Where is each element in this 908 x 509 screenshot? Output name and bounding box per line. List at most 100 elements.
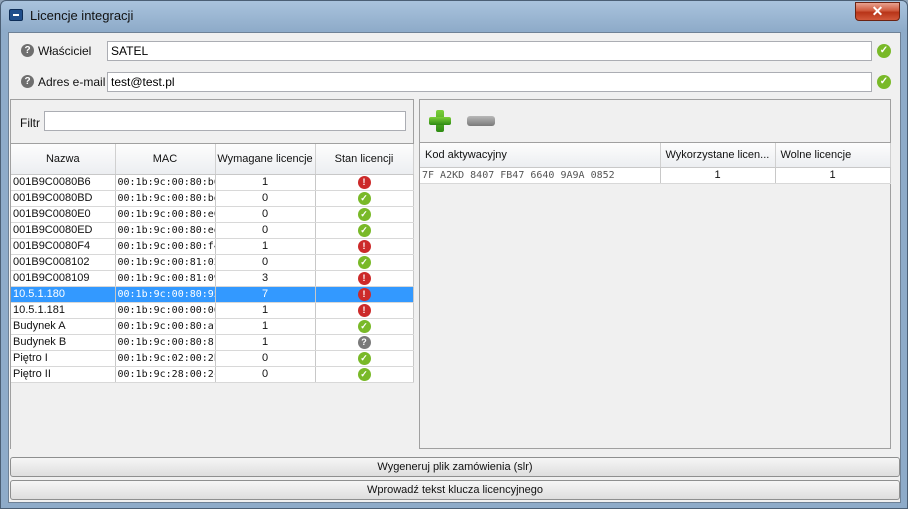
owner-field[interactable]: [107, 41, 872, 61]
device-mac: 00:1b:9c:02:00:2b: [115, 350, 216, 367]
column-header-code[interactable]: Kod aktywacyjny: [420, 143, 661, 168]
device-name: Piętro II: [11, 366, 116, 383]
device-row[interactable]: 001B9C0080B6 00:1b:9c:00:80:b6 1!: [11, 174, 414, 191]
device-required-licenses: 1: [215, 238, 316, 255]
device-row[interactable]: 10.5.1.181 00:1b:9c:00:00:06 1!: [11, 302, 414, 319]
used-licenses: 1: [660, 167, 776, 184]
device-license-status: ✓: [315, 254, 414, 271]
window-title: Licencje integracji: [30, 8, 134, 23]
device-mac: 00:1b:9c:00:80:81: [115, 334, 216, 351]
column-header-name[interactable]: Nazwa: [11, 144, 116, 175]
licenses-table-frame: Kod aktywacyjny Wykorzystane licen... Wo…: [420, 142, 891, 449]
close-button[interactable]: ✕: [855, 2, 900, 21]
column-header-required[interactable]: Wymagane licencje: [215, 144, 316, 175]
generate-order-button[interactable]: Wygeneruj plik zamówienia (slr): [10, 457, 900, 477]
device-mac: 00:1b:9c:00:80:f4: [115, 238, 216, 255]
device-row[interactable]: 001B9C0080BD 00:1b:9c:00:80:bd 0 ✓: [11, 190, 414, 207]
device-mac: 00:1b:9c:00:80:bd: [115, 190, 216, 207]
device-row[interactable]: 001B9C008109 00:1b:9c:00:81:09 3!: [11, 270, 414, 287]
device-row[interactable]: 001B9C0080E0 00:1b:9c:00:80:e0 0 ✓: [11, 206, 414, 223]
device-required-licenses: 1: [215, 302, 316, 319]
column-header-mac[interactable]: MAC: [115, 144, 216, 175]
device-row[interactable]: 001B9C0080ED 00:1b:9c:00:80:ed 0 ✓: [11, 222, 414, 239]
device-license-status: !: [315, 302, 414, 319]
device-mac: 00:1b:9c:00:80:e0: [115, 206, 216, 223]
column-header-free[interactable]: Wolne licencje: [775, 143, 891, 168]
device-license-status: ✓: [315, 366, 414, 383]
device-required-licenses: 3: [215, 270, 316, 287]
device-row[interactable]: Piętro II 00:1b:9c:28:00:2c 0 ✓: [11, 366, 414, 383]
device-name: 10.5.1.180: [11, 286, 116, 303]
device-license-status: ?: [315, 334, 414, 351]
device-license-status: ✓: [315, 318, 414, 335]
device-mac: 00:1b:9c:00:81:02: [115, 254, 216, 271]
licenses-table: Kod aktywacyjny Wykorzystane licen... Wo…: [420, 143, 891, 184]
status-ok-icon: ✓: [357, 319, 371, 333]
device-name: Budynek A: [11, 318, 116, 335]
app-icon: [9, 9, 23, 21]
free-licenses: 1: [775, 167, 891, 184]
device-name: 001B9C008102: [11, 254, 116, 271]
device-name: Budynek B: [11, 334, 116, 351]
enter-license-key-button[interactable]: Wprowadź tekst klucza licencyjnego: [10, 480, 900, 500]
device-name: Piętro I: [11, 350, 116, 367]
filter-input[interactable]: [44, 111, 406, 131]
device-name: 001B9C0080B6: [11, 174, 116, 191]
device-required-licenses: 0: [215, 222, 316, 239]
email-row: ? Adres e-mail ✓: [9, 70, 902, 94]
device-mac: 00:1b:9c:00:80:af: [115, 318, 216, 335]
device-mac: 00:1b:9c:28:00:2c: [115, 366, 216, 383]
device-mac: 00:1b:9c:00:80:95: [115, 286, 216, 303]
device-name: 001B9C0080ED: [11, 222, 116, 239]
owner-row: ? Właściciel ✓: [9, 39, 902, 63]
device-row[interactable]: 001B9C0080F4 00:1b:9c:00:80:f4 1!: [11, 238, 414, 255]
status-ok-icon: ✓: [357, 367, 371, 381]
email-valid-icon: ✓: [877, 75, 891, 89]
email-field[interactable]: [107, 72, 872, 92]
status-error-icon: !: [357, 239, 371, 253]
device-mac: 00:1b:9c:00:80:b6: [115, 174, 216, 191]
device-row[interactable]: Budynek B 00:1b:9c:00:80:81 1?: [11, 334, 414, 351]
devices-table-body: 001B9C0080B6 00:1b:9c:00:80:b6 1! 001B9C008…: [11, 174, 414, 383]
title-bar[interactable]: Licencje integracji ✕: [1, 1, 907, 31]
device-license-status: ✓: [315, 222, 414, 239]
status-unknown-icon: ?: [357, 335, 371, 349]
device-required-licenses: 0: [215, 190, 316, 207]
device-mac: 00:1b:9c:00:81:09: [115, 270, 216, 287]
remove-license-button[interactable]: [467, 116, 495, 126]
status-ok-icon: ✓: [357, 223, 371, 237]
device-row[interactable]: 001B9C008102 00:1b:9c:00:81:02 0 ✓: [11, 254, 414, 271]
filter-label: Filtr: [20, 116, 40, 130]
help-icon[interactable]: ?: [21, 75, 34, 88]
device-row[interactable]: 10.5.1.180 00:1b:9c:00:80:95 7!: [11, 286, 414, 303]
status-ok-icon: ✓: [357, 207, 371, 221]
devices-panel: Filtr Nazwa MAC Wymagane licencje Stan l…: [10, 99, 414, 449]
device-required-licenses: 0: [215, 366, 316, 383]
device-required-licenses: 1: [215, 174, 316, 191]
device-license-status: !: [315, 286, 414, 303]
license-row[interactable]: 7F A2KD 8407 FB47 6640 9A9A 0852 1 1: [420, 167, 891, 184]
add-license-button[interactable]: [427, 108, 453, 134]
device-row[interactable]: Budynek A 00:1b:9c:00:80:af 1 ✓: [11, 318, 414, 335]
device-required-licenses: 0: [215, 206, 316, 223]
device-required-licenses: 0: [215, 350, 316, 367]
device-license-status: ✓: [315, 206, 414, 223]
status-ok-icon: ✓: [357, 255, 371, 269]
column-header-status[interactable]: Stan licencji: [315, 144, 414, 175]
licenses-table-body: 7F A2KD 8407 FB47 6640 9A9A 0852 1 1: [420, 167, 891, 184]
licenses-header-row: Kod aktywacyjny Wykorzystane licen... Wo…: [420, 143, 891, 168]
owner-valid-icon: ✓: [877, 44, 891, 58]
status-error-icon: !: [357, 287, 371, 301]
device-name: 001B9C0080F4: [11, 238, 116, 255]
status-error-icon: !: [357, 175, 371, 189]
device-row[interactable]: Piętro I 00:1b:9c:02:00:2b 0 ✓: [11, 350, 414, 367]
devices-header-row: Nazwa MAC Wymagane licencje Stan licencj…: [11, 144, 414, 175]
licenses-panel: Kod aktywacyjny Wykorzystane licen... Wo…: [419, 99, 891, 449]
dialog-body: ? Właściciel ✓ ? Adres e-mail ✓ Filtr Na…: [8, 32, 901, 503]
help-icon[interactable]: ?: [21, 44, 34, 57]
licenses-window: Licencje integracji ✕ ? Właściciel ✓ ? A…: [0, 0, 908, 509]
device-required-licenses: 7: [215, 286, 316, 303]
device-mac: 00:1b:9c:00:80:ed: [115, 222, 216, 239]
column-header-used[interactable]: Wykorzystane licen...: [660, 143, 776, 168]
device-license-status: !: [315, 238, 414, 255]
